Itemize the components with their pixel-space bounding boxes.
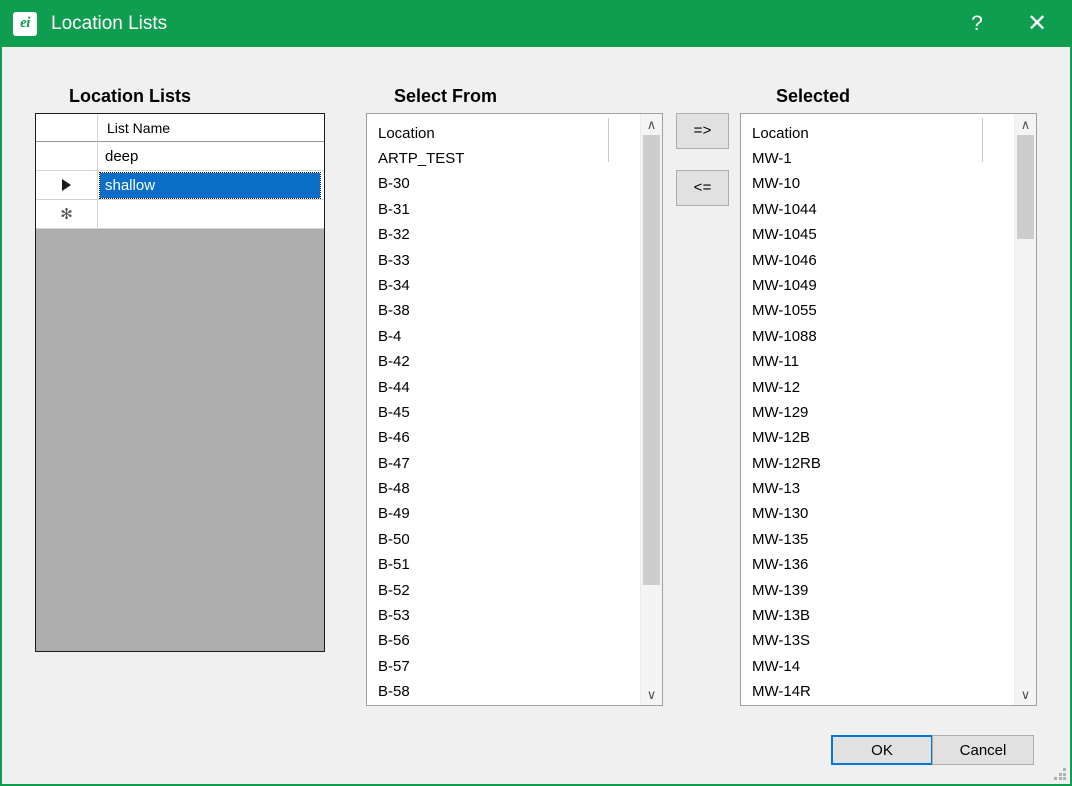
grid-header-row: List Name xyxy=(36,114,324,142)
remove-from-selected-button[interactable]: <= xyxy=(676,170,729,206)
list-name-cell-selected[interactable]: shallow xyxy=(98,171,324,200)
location-lists-heading: Location Lists xyxy=(69,86,191,107)
list-name-cell[interactable]: deep xyxy=(98,142,324,171)
list-item[interactable]: B-51 xyxy=(378,552,640,577)
select-from-listbox[interactable]: Location ARTP_TESTB-30B-31B-32B-33B-34B-… xyxy=(366,113,663,706)
list-item[interactable]: MW-13S xyxy=(752,628,1014,653)
list-item[interactable]: MW-10 xyxy=(752,171,1014,196)
close-icon[interactable]: ✕ xyxy=(1014,0,1060,47)
list-item[interactable]: MW-1044 xyxy=(752,197,1014,222)
scrollbar-thumb[interactable] xyxy=(643,135,660,585)
list-item[interactable]: MW-12B xyxy=(752,425,1014,450)
selected-listbox[interactable]: Location MW-1MW-10MW-1044MW-1045MW-1046M… xyxy=(740,113,1037,706)
scroll-up-icon[interactable]: ∧ xyxy=(1015,114,1036,135)
select-from-header-divider xyxy=(608,118,609,162)
triangle-right-icon xyxy=(62,179,71,191)
list-item[interactable]: B-45 xyxy=(378,400,640,425)
cancel-button[interactable]: Cancel xyxy=(932,735,1034,765)
location-lists-grid[interactable]: List Name deep shallow ✻ xyxy=(35,113,325,652)
row-indicator xyxy=(36,142,98,171)
table-row-new[interactable]: ✻ xyxy=(36,200,324,229)
add-to-selected-button[interactable]: => xyxy=(676,113,729,149)
list-item[interactable]: MW-1046 xyxy=(752,248,1014,273)
list-item[interactable]: B-49 xyxy=(378,501,640,526)
list-item[interactable]: MW-136 xyxy=(752,552,1014,577)
selected-column-header: Location xyxy=(752,122,1014,146)
list-item[interactable]: B-44 xyxy=(378,375,640,400)
select-from-item-list[interactable]: ARTP_TESTB-30B-31B-32B-33B-34B-38B-4B-42… xyxy=(378,146,640,705)
select-from-items-container: Location ARTP_TESTB-30B-31B-32B-33B-34B-… xyxy=(367,114,640,705)
list-item[interactable]: MW-13 xyxy=(752,476,1014,501)
list-item[interactable]: MW-1 xyxy=(752,146,1014,171)
table-row-selected[interactable]: shallow xyxy=(36,171,324,200)
select-from-scrollbar[interactable]: ∧ ∨ xyxy=(640,114,662,705)
scroll-down-icon[interactable]: ∨ xyxy=(1015,684,1036,705)
list-item[interactable]: ARTP_TEST xyxy=(378,146,640,171)
table-row[interactable]: deep xyxy=(36,142,324,171)
grid-column-header-list-name: List Name xyxy=(98,114,324,142)
list-item[interactable]: B-38 xyxy=(378,298,640,323)
list-item[interactable]: MW-11 xyxy=(752,349,1014,374)
list-item[interactable]: MW-135 xyxy=(752,527,1014,552)
current-row-indicator xyxy=(36,171,98,200)
selected-scrollbar[interactable]: ∧ ∨ xyxy=(1014,114,1036,705)
list-item[interactable]: MW-139 xyxy=(752,578,1014,603)
list-item[interactable]: MW-14 xyxy=(752,654,1014,679)
list-item[interactable]: MW-12 xyxy=(752,375,1014,400)
app-icon: ei xyxy=(13,12,37,36)
scrollbar-thumb[interactable] xyxy=(1017,135,1034,239)
list-item[interactable]: MW-1055 xyxy=(752,298,1014,323)
list-item[interactable]: B-4 xyxy=(378,324,640,349)
list-item[interactable]: B-52 xyxy=(378,578,640,603)
list-name-cell-new[interactable] xyxy=(98,200,324,229)
resize-grip[interactable] xyxy=(1054,768,1067,781)
selected-items-container: Location MW-1MW-10MW-1044MW-1045MW-1046M… xyxy=(741,114,1014,705)
list-item[interactable]: B-57 xyxy=(378,654,640,679)
ok-button[interactable]: OK xyxy=(831,735,933,765)
select-from-column-header: Location xyxy=(378,122,640,146)
selected-header-divider xyxy=(982,118,983,162)
selected-heading: Selected xyxy=(776,86,850,107)
asterisk-icon: ✻ xyxy=(60,207,73,222)
list-item[interactable]: MW-12RB xyxy=(752,451,1014,476)
scroll-down-icon[interactable]: ∨ xyxy=(641,684,662,705)
list-name-cell-value: shallow xyxy=(100,173,320,198)
list-item[interactable]: B-31 xyxy=(378,197,640,222)
list-item[interactable]: B-30 xyxy=(378,171,640,196)
list-item[interactable]: MW-129 xyxy=(752,400,1014,425)
grid-corner-cell xyxy=(36,114,98,142)
selected-item-list[interactable]: MW-1MW-10MW-1044MW-1045MW-1046MW-1049MW-… xyxy=(752,146,1014,705)
list-item[interactable]: MW-13B xyxy=(752,603,1014,628)
list-item[interactable]: B-47 xyxy=(378,451,640,476)
list-item[interactable]: B-34 xyxy=(378,273,640,298)
list-item[interactable]: MW-14R xyxy=(752,679,1014,704)
list-item[interactable]: B-42 xyxy=(378,349,640,374)
list-item[interactable]: B-53 xyxy=(378,603,640,628)
list-item[interactable]: MW-130 xyxy=(752,501,1014,526)
select-from-heading: Select From xyxy=(394,86,497,107)
list-item[interactable]: B-48 xyxy=(378,476,640,501)
list-item[interactable]: B-32 xyxy=(378,222,640,247)
scroll-up-icon[interactable]: ∧ xyxy=(641,114,662,135)
list-item[interactable]: MW-1049 xyxy=(752,273,1014,298)
list-item[interactable]: MW-1045 xyxy=(752,222,1014,247)
title-bar: ei Location Lists ? ✕ xyxy=(0,0,1072,47)
list-item[interactable]: B-33 xyxy=(378,248,640,273)
list-item[interactable]: B-56 xyxy=(378,628,640,653)
help-icon[interactable]: ? xyxy=(954,0,1000,47)
list-item[interactable]: MW-1088 xyxy=(752,324,1014,349)
window-title: Location Lists xyxy=(51,13,167,35)
list-item[interactable]: B-46 xyxy=(378,425,640,450)
list-item[interactable]: B-50 xyxy=(378,527,640,552)
list-item[interactable]: B-58 xyxy=(378,679,640,704)
new-row-indicator: ✻ xyxy=(36,200,98,229)
